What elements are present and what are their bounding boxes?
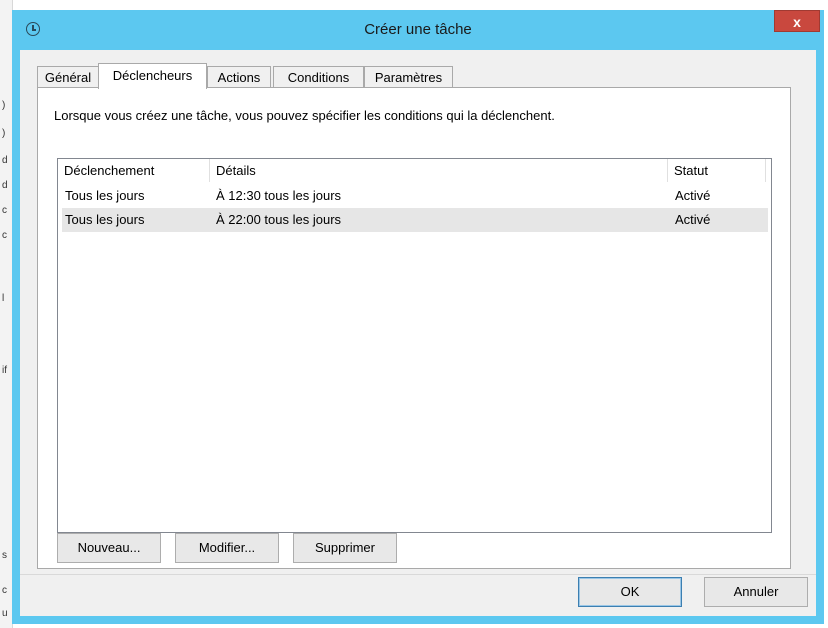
bg-glyph: d [2,180,8,191]
create-task-dialog: Créer une tâche x Général Déclencheurs A… [12,10,824,624]
row-status: Activé [675,212,711,227]
bg-glyph: c [2,585,7,596]
footer-separator [20,574,816,575]
dialog-client-area: Général Déclencheurs Actions Conditions … [20,50,816,616]
edit-trigger-button[interactable]: Modifier... [175,533,279,563]
delete-trigger-button[interactable]: Supprimer [293,533,397,563]
bg-glyph: c [2,230,7,241]
tab-settings[interactable]: Paramètres [364,66,453,88]
tab-general[interactable]: Général [37,66,99,88]
column-header-details[interactable]: Détails [210,159,668,182]
close-button[interactable]: x [774,10,820,32]
tab-conditions[interactable]: Conditions [273,66,364,88]
list-item[interactable]: Tous les jours À 12:30 tous les jours Ac… [62,184,768,208]
row-details: À 12:30 tous les jours [216,188,342,203]
triggers-panel: Lorsque vous créez une tâche, vous pouve… [37,87,791,569]
row-trigger: Tous les jours [65,188,145,203]
tab-actions[interactable]: Actions [207,66,271,88]
row-details: À 22:00 tous les jours [216,212,342,227]
panel-description: Lorsque vous créez une tâche, vous pouve… [54,108,555,123]
bg-glyph: s [2,550,7,561]
list-item[interactable]: Tous les jours À 22:00 tous les jours Ac… [62,208,768,232]
bg-glyph: d [2,155,8,166]
bg-glyph: u [2,608,8,619]
title-bar[interactable]: Créer une tâche x [12,10,824,50]
bg-glyph: l [2,293,5,304]
cancel-button[interactable]: Annuler [704,577,808,607]
bg-glyph: ) [2,128,6,139]
list-header: Déclenchement Détails Statut [58,159,771,182]
triggers-list[interactable]: Déclenchement Détails Statut Tous les jo… [57,158,772,533]
bg-glyph: ) [2,100,6,111]
new-trigger-button[interactable]: Nouveau... [57,533,161,563]
bg-glyph: if [2,365,7,376]
column-header-trigger[interactable]: Déclenchement [58,159,210,182]
row-trigger: Tous les jours [65,212,145,227]
tab-triggers[interactable]: Déclencheurs [98,63,207,89]
ok-button[interactable]: OK [578,577,682,607]
column-header-status[interactable]: Statut [668,159,766,182]
row-status: Activé [675,188,711,203]
window-title: Créer une tâche [364,21,472,38]
bg-glyph: c [2,205,7,216]
